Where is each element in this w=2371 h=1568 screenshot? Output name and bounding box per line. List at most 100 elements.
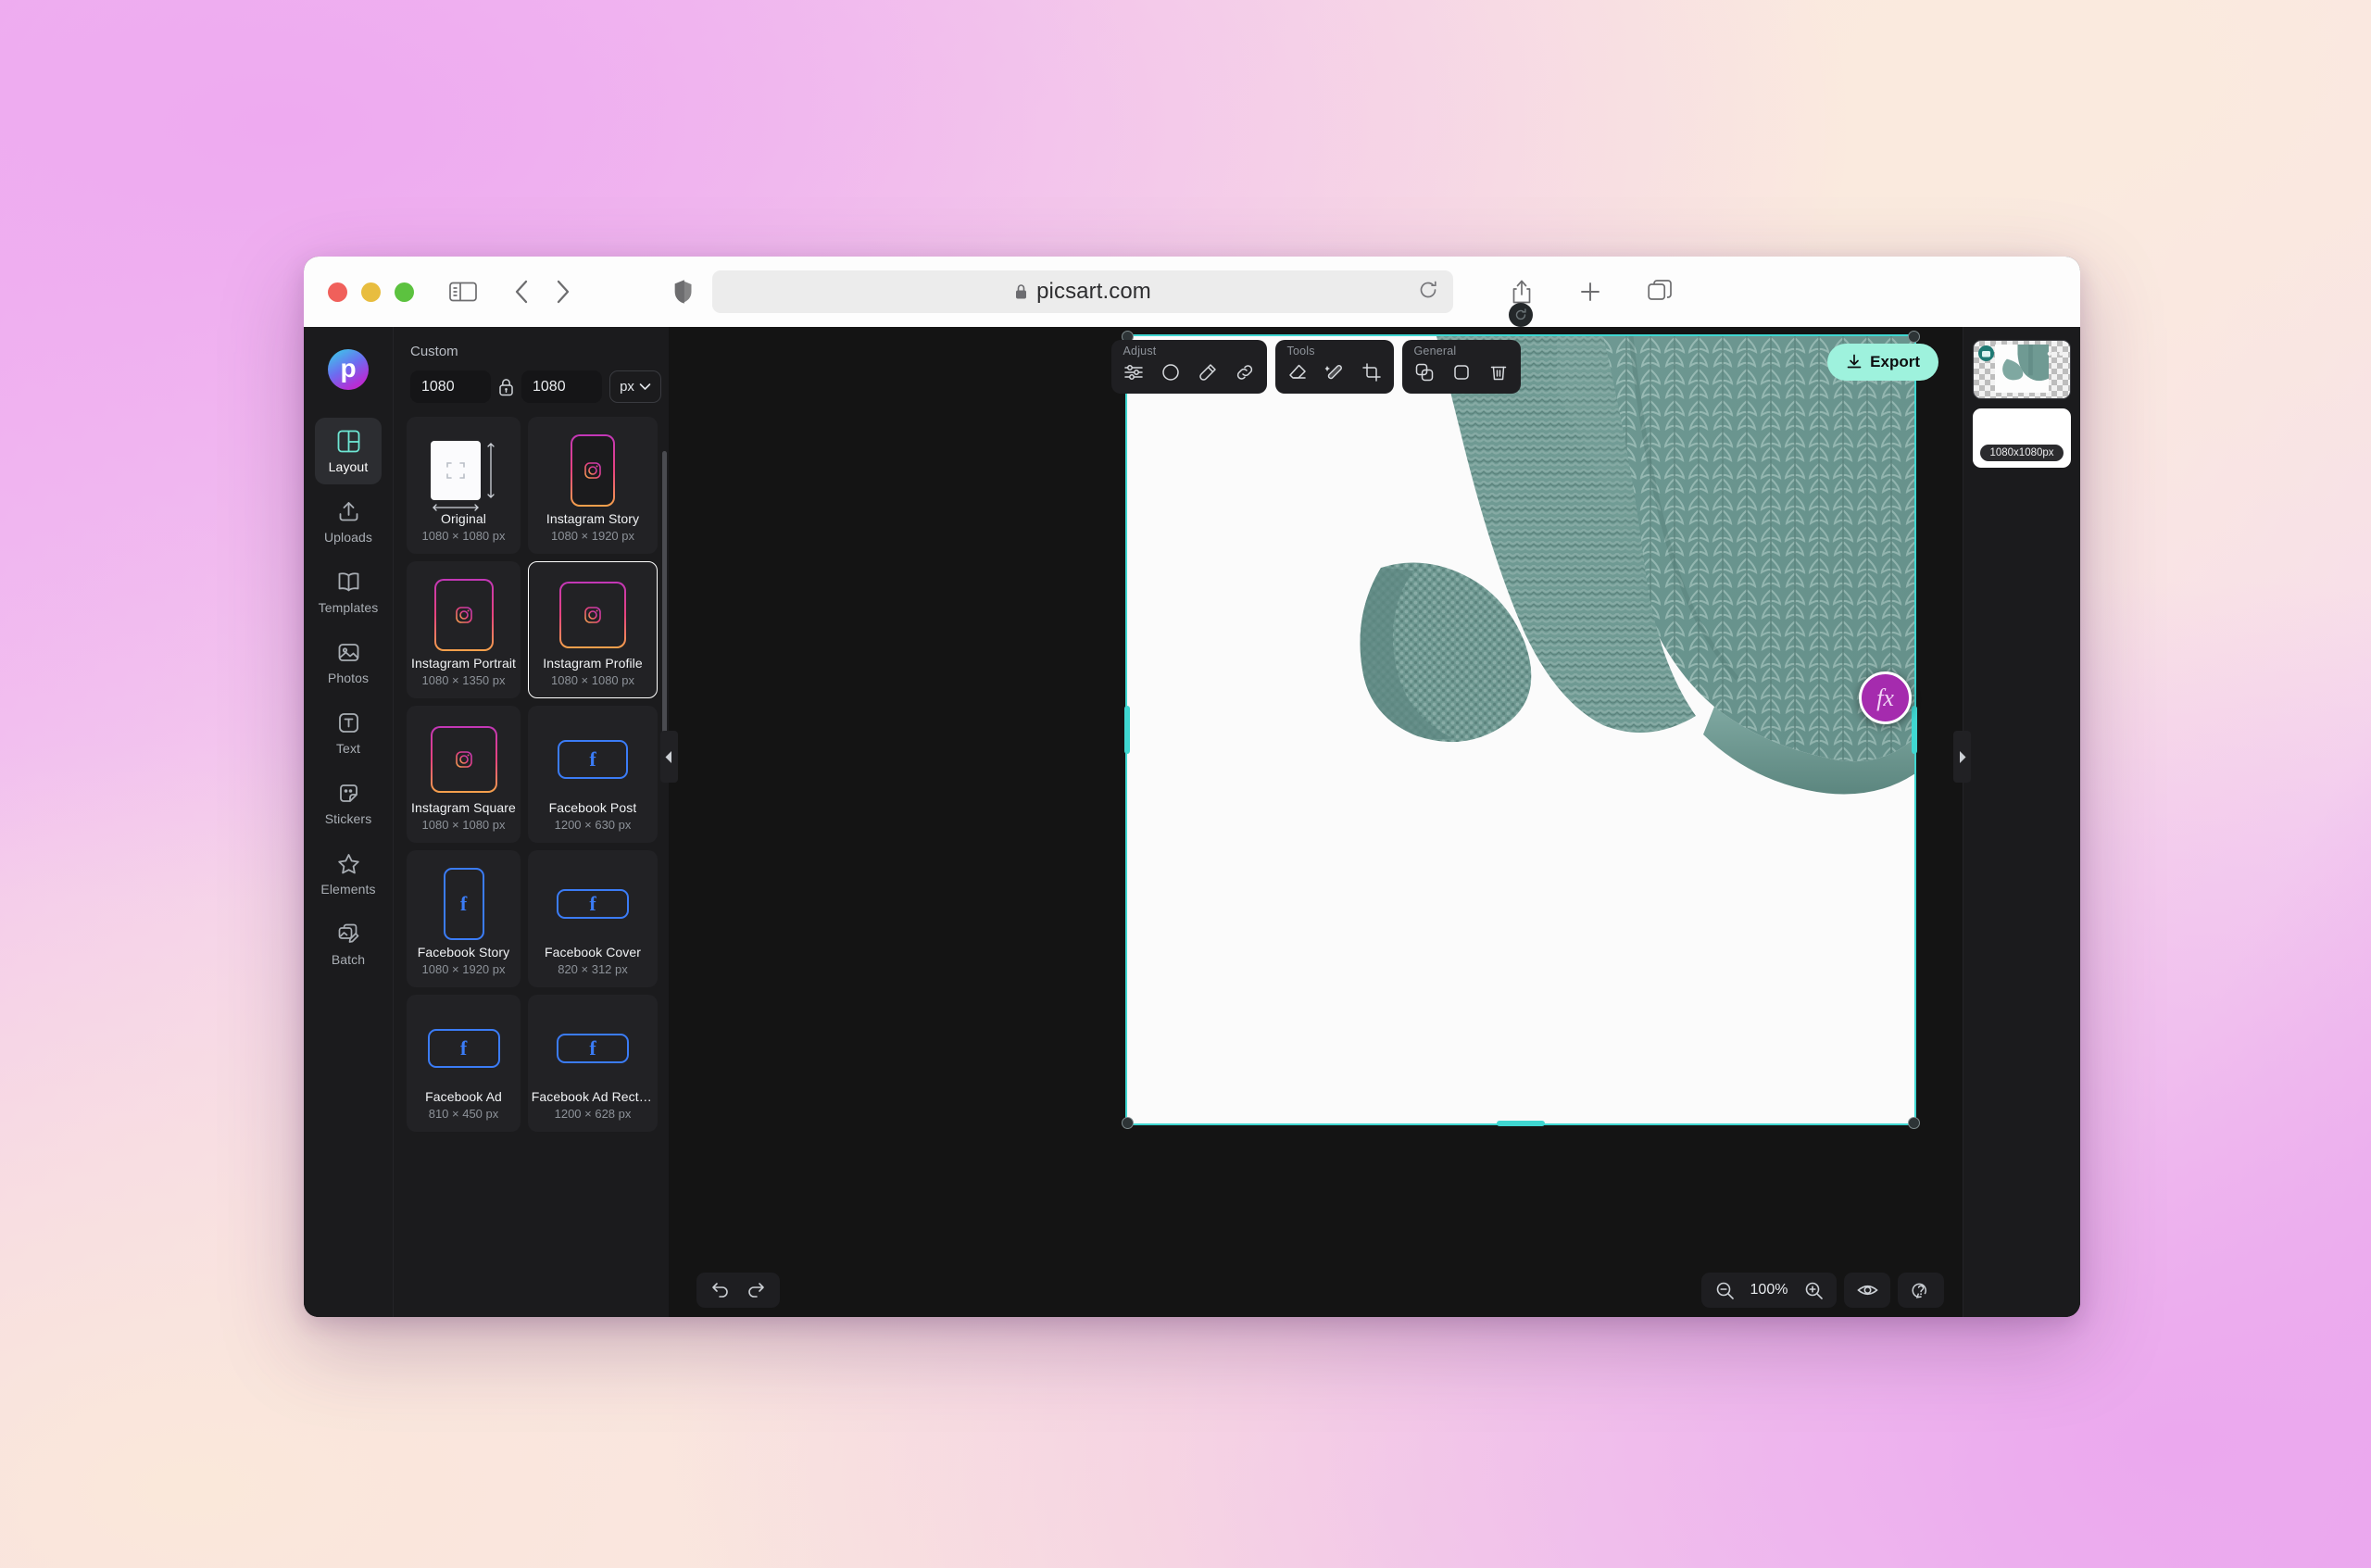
help-chat-icon[interactable] <box>1905 1276 1937 1304</box>
link-icon[interactable] <box>1233 360 1257 384</box>
chevron-left-icon[interactable] <box>514 279 530 305</box>
canvas-layer-item[interactable]: 1080x1080px <box>1973 408 2071 468</box>
preset-card[interactable]: fFacebook Ad Recta…1200 × 628 px <box>528 995 658 1132</box>
sidebar-item-photos[interactable]: Photos <box>315 629 382 696</box>
chevron-right-icon[interactable] <box>555 279 571 305</box>
zoom-in-icon[interactable] <box>1798 1276 1829 1304</box>
preset-art-ig-tall <box>571 432 615 509</box>
picsart-logo[interactable]: p <box>328 349 369 390</box>
sidebar-item-layout[interactable]: Layout <box>315 418 382 484</box>
adjust-sliders-icon[interactable] <box>1122 360 1146 384</box>
address-bar[interactable]: picsart.com <box>712 270 1453 313</box>
preset-card[interactable]: Original1080 × 1080 px <box>407 417 521 554</box>
sidebar-item-text[interactable]: Text <box>315 699 382 766</box>
preset-card[interactable]: Instagram Story 1080 × 1920 px <box>528 417 658 554</box>
canvas-stage: Adjust <box>669 327 1963 1317</box>
sidebar-item-stickers[interactable]: Stickers <box>315 770 382 836</box>
width-input[interactable] <box>410 370 491 403</box>
preset-art-original <box>431 432 496 509</box>
collapse-left-panel-button[interactable] <box>660 731 678 783</box>
toolbar-group-label: General <box>1412 345 1511 358</box>
resize-handle-bottom[interactable] <box>1497 1121 1545 1126</box>
panel-scrollbar[interactable] <box>662 451 667 738</box>
brush-icon[interactable] <box>1196 360 1220 384</box>
preset-title: Facebook Story <box>418 945 509 960</box>
browser-titlebar: picsart.com <box>304 257 2080 327</box>
preset-art-ig-port <box>434 576 494 654</box>
eraser-icon[interactable] <box>1286 360 1310 384</box>
sidebar-item-label: Stickers <box>325 811 372 826</box>
sidebar-item-elements[interactable]: Elements <box>315 840 382 907</box>
preset-card[interactable]: fFacebook Post1200 × 630 px <box>528 706 658 843</box>
zoom-level[interactable]: 100% <box>1746 1282 1792 1298</box>
undo-icon[interactable] <box>704 1276 735 1304</box>
resize-handle-bottom-left[interactable] <box>1122 1117 1134 1129</box>
preset-art-ig-square <box>559 576 626 654</box>
layer-menu-button[interactable]: ••• <box>2047 347 2064 361</box>
star-icon <box>337 851 360 877</box>
preset-title: Instagram Story <box>546 511 639 526</box>
fx-effects-icon[interactable] <box>1159 360 1183 384</box>
sidebar-item-batch[interactable]: Batch <box>315 910 382 977</box>
privacy-shield-icon[interactable] <box>674 280 693 304</box>
redo-icon[interactable] <box>741 1276 772 1304</box>
upload-icon <box>337 499 360 525</box>
close-window-button[interactable] <box>328 282 347 302</box>
copy-icon[interactable] <box>1449 360 1474 384</box>
preset-art-fb-tall: f <box>444 865 484 943</box>
preset-dimensions: 1080 × 1920 px <box>551 529 634 543</box>
preset-title: Facebook Ad <box>425 1089 502 1104</box>
preview-toggle-group <box>1844 1273 1890 1308</box>
resize-handle-bottom-right[interactable] <box>1908 1117 1920 1129</box>
sidebar-item-label: Batch <box>332 952 365 967</box>
delete-icon[interactable] <box>1487 360 1511 384</box>
maximize-window-button[interactable] <box>395 282 414 302</box>
sticker-icon <box>337 781 360 807</box>
preset-dimensions: 1080 × 1350 px <box>422 673 506 687</box>
preset-grid-container[interactable]: Original1080 × 1080 px Instagram Story 108… <box>394 403 669 1317</box>
rotate-handle[interactable] <box>1509 303 1533 327</box>
duplicate-icon[interactable] <box>1412 360 1436 384</box>
image-canvas[interactable] <box>1127 336 1914 1123</box>
export-label: Export <box>1870 353 1920 371</box>
preset-card[interactable]: Instagram Portrait 1080 × 1350 px <box>407 561 521 698</box>
preset-card[interactable]: fFacebook Cover820 × 312 px <box>528 850 658 987</box>
export-button[interactable]: Export <box>1827 344 1938 381</box>
eye-icon[interactable] <box>1851 1276 1883 1304</box>
preset-title: Instagram Portrait <box>411 656 516 671</box>
collapse-right-panel-button[interactable] <box>1953 731 1971 783</box>
lock-aspect-icon[interactable] <box>498 378 514 396</box>
resize-handle-right[interactable] <box>1912 706 1917 754</box>
photo-icon <box>337 640 360 666</box>
templates-icon <box>337 570 360 596</box>
resize-handle-top-right[interactable] <box>1908 331 1920 343</box>
cursor-fx-highlight[interactable]: fx <box>1859 671 1912 724</box>
preset-card[interactable]: Instagram Profile1080 × 1080 px <box>528 561 658 698</box>
preset-card[interactable]: fFacebook Story1080 × 1920 px <box>407 850 521 987</box>
crop-icon[interactable] <box>1360 360 1384 384</box>
plus-icon[interactable] <box>1578 280 1602 304</box>
sweater-photo <box>1325 336 1914 929</box>
preset-title: Facebook Post <box>549 800 637 815</box>
reload-icon[interactable] <box>1418 280 1438 305</box>
unit-dropdown[interactable]: px <box>609 370 661 403</box>
minimize-window-button[interactable] <box>361 282 381 302</box>
sidebar-item-label: Photos <box>328 671 369 685</box>
preset-art-fb-cover: f <box>557 1010 629 1087</box>
share-icon[interactable] <box>1511 279 1533 305</box>
sidebar-item-templates[interactable]: Templates <box>315 558 382 625</box>
zoom-out-icon[interactable] <box>1709 1276 1740 1304</box>
preset-card[interactable]: Instagram Square1080 × 1080 px <box>407 706 521 843</box>
tab-overview-icon[interactable] <box>1648 280 1673 304</box>
sidebar-item-uploads[interactable]: Uploads <box>315 488 382 555</box>
sidebar-toggle-icon[interactable] <box>449 281 477 303</box>
layer-item-image[interactable]: ••• <box>1973 340 2071 399</box>
toolbar-group-label: Adjust <box>1122 345 1257 358</box>
chevron-down-icon <box>639 383 651 391</box>
preset-dimensions: 810 × 450 px <box>429 1107 499 1121</box>
resize-handle-left[interactable] <box>1124 706 1130 754</box>
retouch-magic-icon[interactable] <box>1323 360 1347 384</box>
preset-card[interactable]: fFacebook Ad810 × 450 px <box>407 995 521 1132</box>
url-text: picsart.com <box>1036 279 1151 305</box>
height-input[interactable] <box>521 370 602 403</box>
